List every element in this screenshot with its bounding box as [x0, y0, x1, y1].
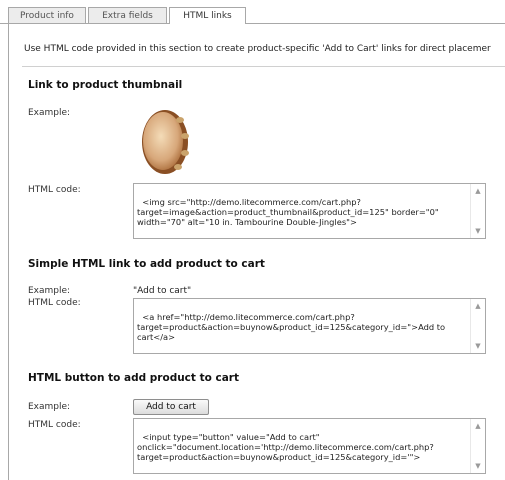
add-to-cart-button[interactable]: Add to cart: [133, 399, 209, 415]
tab-html-links[interactable]: HTML links: [169, 7, 246, 24]
tab-bar: Product info Extra fields HTML links: [0, 0, 505, 24]
thumbnail-example-label: Example:: [28, 108, 71, 118]
scroll-down-icon[interactable]: ▼: [471, 225, 485, 237]
link-section-title: Simple HTML link to add product to cart: [28, 258, 265, 270]
scroll-up-icon[interactable]: ▲: [471, 420, 485, 432]
thumbnail-code-text: <img src="http://demo.litecommerce.com/c…: [137, 197, 439, 227]
link-code-textarea[interactable]: <a href="http://demo.litecommerce.com/ca…: [133, 298, 486, 354]
tab-extra-fields[interactable]: Extra fields: [88, 7, 167, 23]
link-example-label: Example:: [28, 286, 71, 296]
button-code-text: <input type="button" value="Add to cart"…: [137, 432, 434, 462]
link-example-value[interactable]: "Add to cart": [133, 286, 191, 296]
divider: [22, 66, 505, 67]
button-code-textarea[interactable]: <input type="button" value="Add to cart"…: [133, 418, 486, 474]
scroll-down-icon[interactable]: ▼: [471, 340, 485, 352]
button-section-title: HTML button to add product to cart: [28, 372, 239, 384]
thumbnail-code-label: HTML code:: [28, 185, 81, 195]
link-code-text: <a href="http://demo.litecommerce.com/ca…: [137, 312, 446, 342]
link-code-scrollbar[interactable]: ▲ ▼: [470, 299, 485, 353]
scroll-up-icon[interactable]: ▲: [471, 185, 485, 197]
tambourine-thumbnail-icon: [142, 110, 189, 174]
thumbnail-section-title: Link to product thumbnail: [28, 79, 183, 91]
thumbnail-code-scrollbar[interactable]: ▲ ▼: [470, 184, 485, 238]
tab-product-info[interactable]: Product info: [8, 7, 86, 23]
tab-panel: [8, 24, 505, 480]
link-code-label: HTML code:: [28, 298, 81, 308]
button-code-scrollbar[interactable]: ▲ ▼: [470, 419, 485, 473]
button-example-label: Example:: [28, 402, 71, 412]
thumbnail-code-textarea[interactable]: <img src="http://demo.litecommerce.com/c…: [133, 183, 486, 239]
scroll-up-icon[interactable]: ▲: [471, 300, 485, 312]
button-code-label: HTML code:: [28, 420, 81, 430]
section-description: Use HTML code provided in this section t…: [24, 44, 491, 54]
scroll-down-icon[interactable]: ▼: [471, 460, 485, 472]
